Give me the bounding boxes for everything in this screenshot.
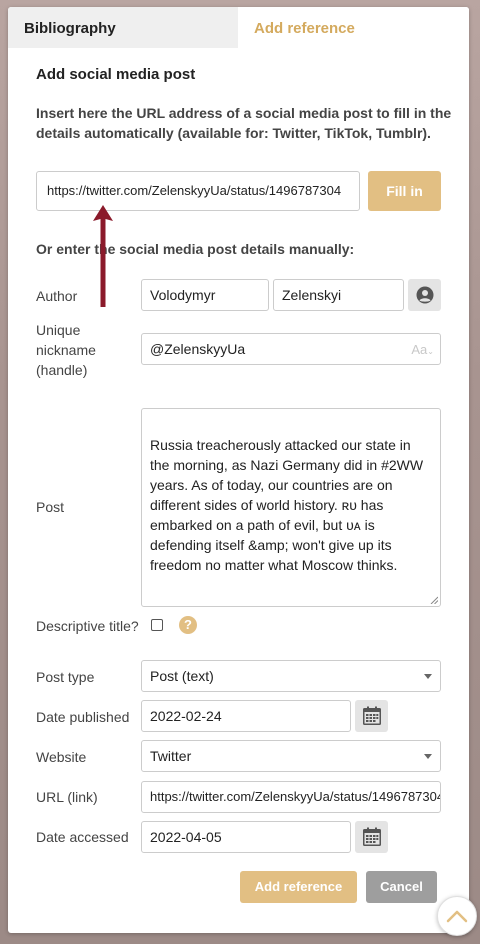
chevron-down-icon	[424, 754, 432, 759]
author-first-name-field[interactable]: Volodymyr	[141, 279, 269, 311]
tab-bibliography[interactable]: Bibliography	[8, 7, 238, 48]
post-text: Russia treacherously attacked our state …	[150, 437, 424, 573]
resize-grip-icon[interactable]	[430, 596, 438, 604]
author-type-button[interactable]	[408, 279, 441, 311]
add-reference-panel: Bibliography Add reference Add social me…	[8, 7, 469, 933]
arrow-up-annotation	[93, 205, 113, 307]
url-link-label: URL (link)	[36, 789, 98, 805]
calendar-icon	[362, 827, 381, 846]
website-select[interactable]: Twitter	[141, 740, 441, 772]
website-label: Website	[36, 749, 87, 765]
help-icon[interactable]: ?	[179, 616, 197, 634]
cancel-button[interactable]: Cancel	[366, 871, 437, 903]
descriptive-title-label: Descriptive title?	[36, 618, 139, 634]
text-format-icon[interactable]: Aa⌄	[411, 335, 434, 364]
post-label: Post	[36, 499, 65, 515]
fill-in-button[interactable]: Fill in	[368, 171, 441, 211]
social-url-input[interactable]: https://twitter.com/ZelenskyyUa/status/1…	[36, 171, 360, 211]
add-reference-button[interactable]: Add reference	[240, 871, 357, 903]
tab-add-reference[interactable]: Add reference	[238, 7, 469, 48]
date-published-label: Date published	[36, 709, 130, 725]
post-type-label: Post type	[36, 669, 95, 685]
post-type-value: Post (text)	[150, 668, 214, 684]
post-textarea[interactable]: Russia treacherously attacked our state …	[141, 408, 441, 607]
handle-value: @ZelenskyyUa	[150, 341, 246, 357]
date-published-calendar-button[interactable]	[355, 700, 388, 732]
section-title: Add social media post	[36, 66, 196, 83]
calendar-icon	[362, 706, 381, 725]
manual-entry-heading: Or enter the social media post details m…	[36, 241, 355, 257]
person-icon	[416, 286, 433, 304]
date-accessed-label: Date accessed	[36, 829, 129, 845]
url-link-field[interactable]: https://twitter.com/ZelenskyyUa/status/1…	[141, 781, 441, 813]
scroll-to-top-button[interactable]	[437, 896, 477, 936]
tab-bar: Bibliography Add reference	[8, 7, 469, 48]
url-instructions: Insert here the URL address of a social …	[36, 105, 452, 141]
post-type-select[interactable]: Post (text)	[141, 660, 441, 692]
website-value: Twitter	[150, 748, 192, 764]
author-label: Author	[36, 288, 78, 304]
chevron-up-icon	[446, 910, 468, 923]
descriptive-title-checkbox[interactable]	[151, 619, 163, 631]
handle-field[interactable]: @ZelenskyyUa Aa⌄	[141, 333, 441, 365]
author-last-name-field[interactable]: Zelenskyi	[273, 279, 404, 311]
handle-label: Unique nickname (handle)	[36, 322, 96, 378]
date-accessed-field[interactable]: 2022-04-05	[141, 821, 351, 853]
chevron-down-icon	[424, 674, 432, 679]
date-accessed-calendar-button[interactable]	[355, 821, 388, 853]
date-published-field[interactable]: 2022-02-24	[141, 700, 351, 732]
